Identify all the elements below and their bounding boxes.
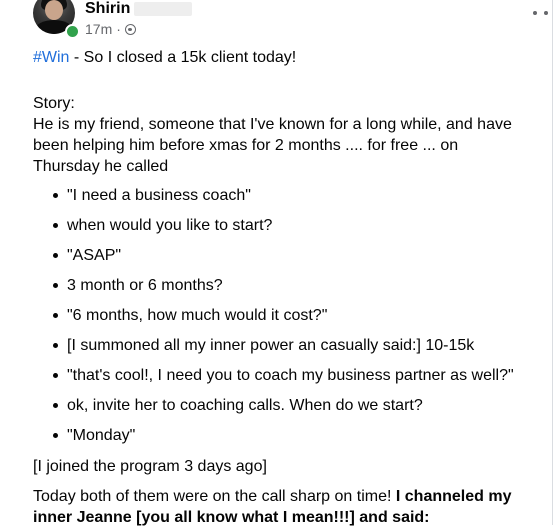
author-name[interactable]: Shirin — [85, 0, 130, 18]
story-paragraph: He is my friend, someone that I've known… — [33, 116, 512, 175]
globe-icon[interactable] — [124, 23, 136, 35]
post-time[interactable]: 17m — [85, 21, 112, 37]
headline: #Win - So I closed a 15k client today! — [33, 47, 296, 68]
story-label: Story: — [33, 95, 75, 112]
redacted-surname — [134, 2, 192, 16]
post-meta: 17m · — [85, 21, 136, 37]
post-card: Shirin 17m · #Win - So I closed a 15k cl… — [0, 0, 553, 528]
online-status-icon — [65, 24, 80, 39]
headline-text: - So I closed a 15k client today! — [69, 49, 297, 66]
meta-separator: · — [116, 21, 121, 37]
joined-note: [I joined the program 3 days ago] — [33, 458, 267, 475]
hashtag-link[interactable]: #Win — [33, 49, 69, 66]
post-header: Shirin 17m · — [33, 0, 548, 44]
closing-text: Today both of them were on the call shar… — [33, 488, 396, 505]
closing-paragraph: Today both of them were on the call shar… — [33, 486, 533, 528]
more-options-icon[interactable] — [533, 5, 555, 21]
